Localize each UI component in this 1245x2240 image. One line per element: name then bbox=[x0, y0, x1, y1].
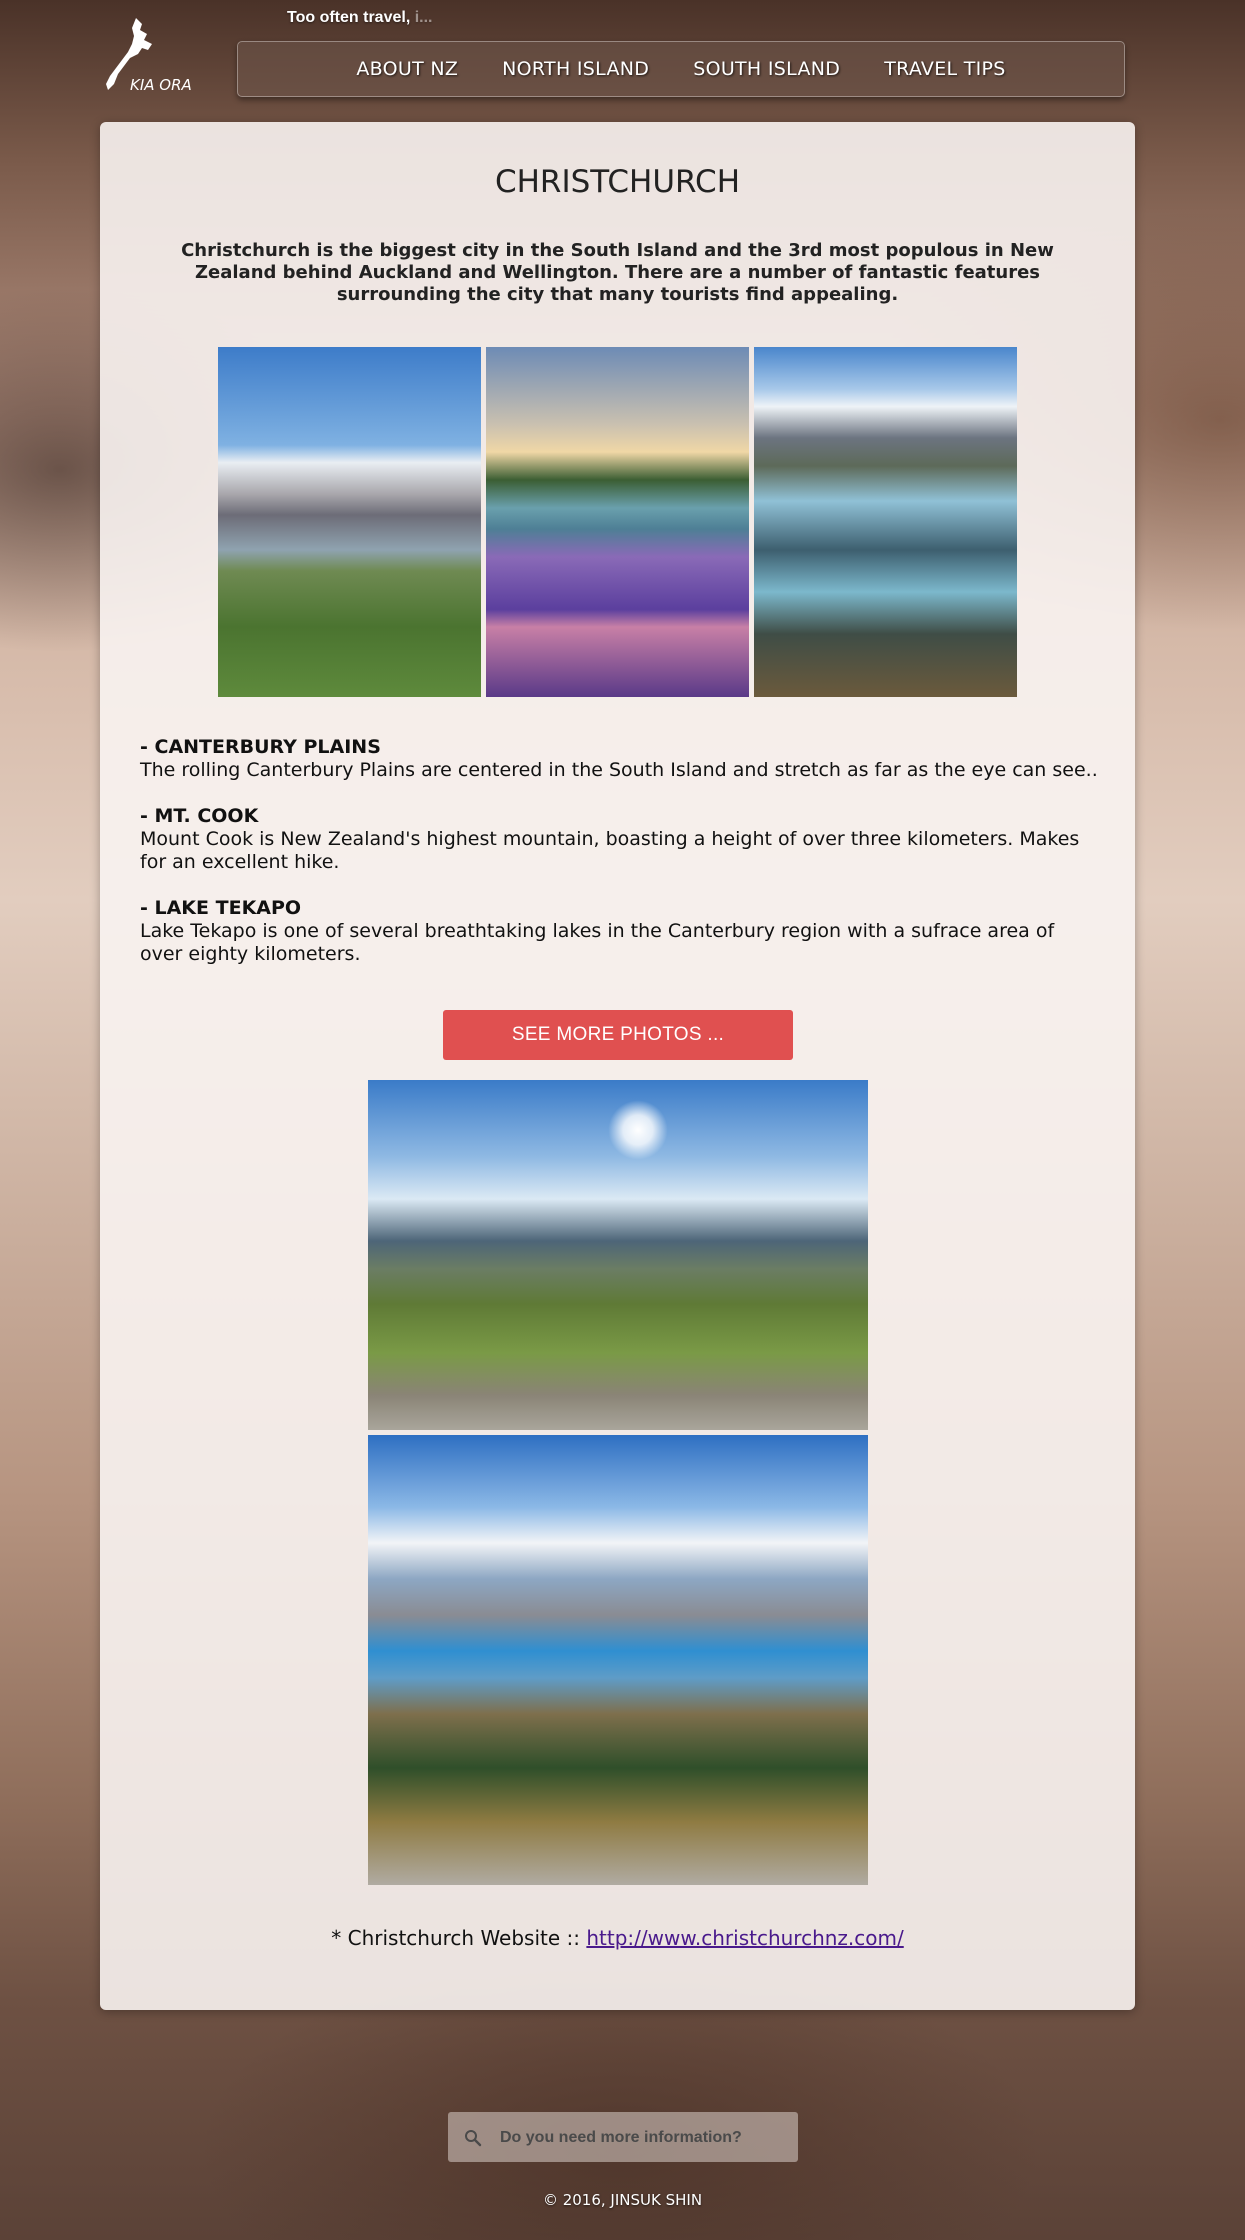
canterbury-plains-photo bbox=[218, 347, 481, 697]
site-header: KIA ORA Too often travel, i... ABOUT NZ … bbox=[0, 0, 1245, 110]
page-title: CHRISTCHURCH bbox=[494, 164, 741, 200]
feature-canterbury-plains: - CANTERBURY PLAINS The rolling Canterbu… bbox=[140, 736, 1100, 782]
feature-lake-tekapo: - LAKE TEKAPO Lake Tekapo is one of seve… bbox=[140, 897, 1100, 966]
sun-glare bbox=[608, 1100, 668, 1160]
nav-south-island[interactable]: SOUTH ISLAND bbox=[693, 58, 840, 80]
website-line: * Christchurch Website :: http://www.chr… bbox=[100, 1926, 1135, 1950]
search-icon[interactable] bbox=[464, 2129, 482, 2147]
train-valley-photo bbox=[368, 1080, 868, 1430]
nav-travel-tips[interactable]: TRAVEL TIPS bbox=[884, 58, 1005, 80]
see-more-photos-button[interactable]: SEE MORE PHOTOS ... bbox=[443, 1010, 793, 1060]
main-nav: ABOUT NZ NORTH ISLAND SOUTH ISLAND TRAVE… bbox=[237, 41, 1125, 97]
search-box bbox=[448, 2112, 798, 2162]
feature-mt-cook: - MT. COOK Mount Cook is New Zealand's h… bbox=[140, 805, 1100, 874]
tagline: Too often travel, i... bbox=[287, 9, 433, 26]
feature-description: The rolling Canterbury Plains are center… bbox=[140, 759, 1098, 781]
search-input[interactable] bbox=[498, 2124, 787, 2152]
feature-description: Mount Cook is New Zealand's highest moun… bbox=[140, 828, 1080, 873]
feature-heading: - MT. COOK bbox=[140, 805, 259, 827]
content-panel: CHRISTCHURCH Christchurch is the biggest… bbox=[100, 122, 1135, 2010]
new-zealand-map-icon: KIA ORA bbox=[106, 18, 192, 94]
queenstown-lake-photo bbox=[368, 1435, 868, 1885]
feature-heading: - CANTERBURY PLAINS bbox=[140, 736, 381, 758]
svg-text:KIA ORA: KIA ORA bbox=[130, 76, 192, 94]
lake-tekapo-lupins-photo bbox=[486, 347, 749, 697]
feature-list: - CANTERBURY PLAINS The rolling Canterbu… bbox=[140, 736, 1100, 989]
website-link[interactable]: http://www.christchurchnz.com/ bbox=[586, 1926, 903, 1950]
intro-paragraph: Christchurch is the biggest city in the … bbox=[181, 240, 1054, 305]
feature-heading: - LAKE TEKAPO bbox=[140, 897, 302, 919]
nav-north-island[interactable]: NORTH ISLAND bbox=[502, 58, 649, 80]
website-label: * Christchurch Website :: bbox=[331, 1926, 587, 1950]
nav-about-nz[interactable]: ABOUT NZ bbox=[356, 58, 458, 80]
feature-description: Lake Tekapo is one of several breathtaki… bbox=[140, 920, 1055, 965]
footer-copyright: © 2016, JINSUK SHIN bbox=[542, 2191, 703, 2209]
kia-ora-logo[interactable]: KIA ORA bbox=[100, 14, 200, 98]
mountain-river-photo bbox=[754, 347, 1017, 697]
